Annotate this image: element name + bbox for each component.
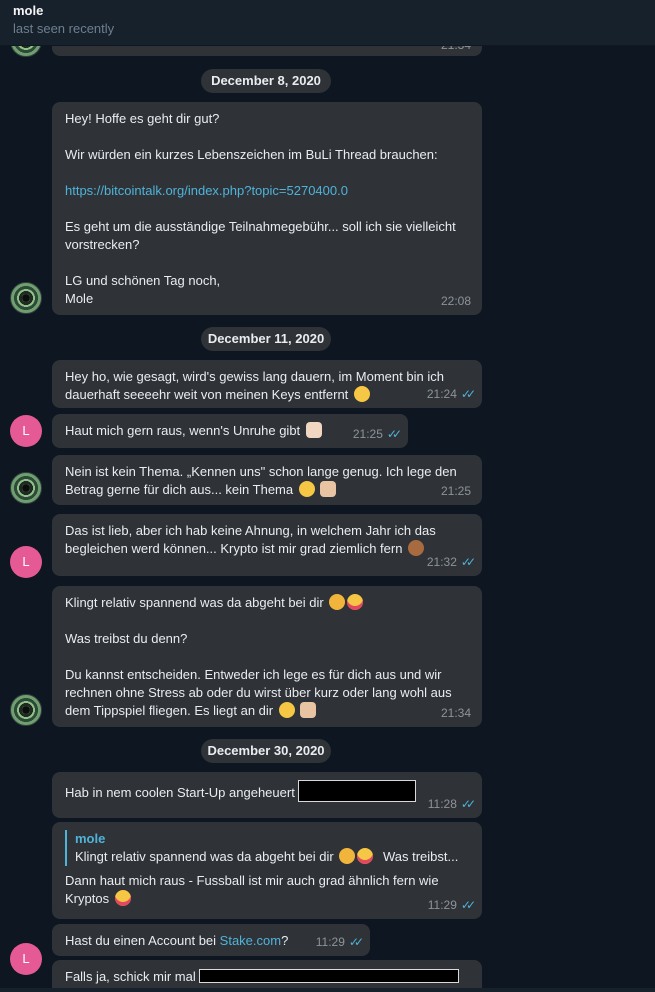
- message-bubble[interactable]: Das ist lieb, aber ich hab keine Ahnung,…: [52, 514, 482, 576]
- message-bubble[interactable]: 21:34: [52, 46, 482, 56]
- squinting-tongue-emoji: [114, 890, 131, 906]
- message-text: Hey! Hoffe es geht dir gut?: [65, 111, 220, 126]
- avatar-mole[interactable]: [10, 282, 42, 314]
- contact-name[interactable]: mole: [13, 3, 642, 19]
- victory-hand-emoji: [305, 422, 322, 438]
- message-time: 21:34: [441, 46, 471, 54]
- message-time: 11:28: [427, 797, 457, 811]
- message-bubble[interactable]: Haut mich gern raus, wenn's Unruhe gibt …: [52, 414, 408, 448]
- message-time: 21:24: [426, 387, 457, 401]
- avatar-l[interactable]: L: [10, 943, 42, 975]
- message-text: Das ist lieb, aber ich hab keine Ahnung,…: [65, 523, 436, 538]
- message-text: Du kannst entscheiden. Entweder ich lege…: [65, 667, 442, 682]
- avatar-mole[interactable]: [10, 46, 42, 57]
- message-text: rechnen ohne Stress ab oder du wirst übe…: [65, 685, 452, 700]
- message-text: Es geht um die ausständige Teilnahmegebü…: [65, 219, 456, 234]
- message-text: Falls ja, schick mir mal: [65, 969, 196, 984]
- message-bubble[interactable]: Hast du einen Account bei Stake.com? 11:…: [52, 924, 370, 956]
- quote-author: mole: [75, 831, 106, 846]
- chat-header[interactable]: mole last seen recently: [0, 0, 655, 46]
- message-bubble[interactable]: mole Klingt relativ spannend was da abge…: [52, 822, 482, 919]
- face-with-monocle-emoji: [329, 594, 346, 610]
- double-check-icon: ✓✓: [386, 427, 402, 441]
- message-time: 21:25: [352, 427, 383, 441]
- message-bubble[interactable]: Nein ist kein Thema. „Kennen uns" schon …: [52, 455, 482, 505]
- double-check-icon: ✓✓: [460, 898, 476, 912]
- face-with-monocle-emoji: [339, 848, 356, 864]
- date-separator: December 8, 2020: [201, 69, 331, 93]
- thumbs-up-emoji: [300, 702, 317, 718]
- smiling-face-emoji: [278, 702, 295, 718]
- message-text: Klingt relativ spannend was da abgeht be…: [65, 595, 324, 610]
- message-text: Mole: [65, 291, 94, 306]
- winking-tongue-emoji: [347, 594, 364, 610]
- message-text: Was treibst du denn?: [65, 631, 188, 646]
- message-bubble[interactable]: Hey! Hoffe es geht dir gut? Wir würden e…: [52, 102, 482, 315]
- redacted-block: [298, 780, 417, 802]
- message-time: 21:32: [426, 555, 457, 569]
- quote-tail: Was treibst...: [382, 849, 459, 864]
- avatar-mole[interactable]: [10, 694, 42, 726]
- message-text: ?: [281, 933, 289, 948]
- message-time: 21:25: [440, 484, 471, 498]
- avatar-mole[interactable]: [10, 472, 42, 504]
- bottom-edge: [0, 988, 655, 992]
- message-text: dem Tippspiel fliegen. Es liegt an dir: [65, 703, 274, 718]
- message-text: dauerhaft seeeehr weit von meinen Keys e…: [65, 387, 349, 402]
- message-time: 22:08: [440, 294, 471, 308]
- message-text: Betrag gerne für dich aus... kein Thema: [65, 482, 294, 497]
- message-time: 11:29: [427, 898, 457, 912]
- smiling-face-emoji: [298, 481, 315, 497]
- message-text: Nein ist kein Thema. „Kennen uns" schon …: [65, 464, 457, 479]
- double-check-icon: ✓✓: [348, 935, 364, 949]
- winking-face-emoji: [353, 386, 370, 402]
- message-text: Hast du einen Account bei: [65, 933, 220, 948]
- quote-text: Klingt relativ spannend was da abgeht be…: [75, 849, 334, 864]
- message-text: LG und schönen Tag noch,: [65, 273, 221, 288]
- message-text: Wir würden ein kurzes Lebenszeichen im B…: [65, 147, 438, 162]
- message-link[interactable]: https://bitcointalk.org/index.php?topic=…: [65, 182, 469, 200]
- date-separator: December 30, 2020: [201, 739, 331, 763]
- message-bubble[interactable]: Hey ho, wie gesagt, wird's gewiss lang d…: [52, 360, 482, 408]
- message-area[interactable]: 21:34 December 8, 2020 Hey! Hoffe es geh…: [0, 46, 655, 992]
- message-text: Haut mich gern raus, wenn's Unruhe gibt: [65, 423, 301, 438]
- double-check-icon: ✓✓: [460, 797, 476, 811]
- winking-tongue-emoji: [357, 848, 374, 864]
- avatar-l[interactable]: L: [10, 415, 42, 447]
- message-time: 21:34: [440, 706, 471, 720]
- message-text: Hey ho, wie gesagt, wird's gewiss lang d…: [65, 369, 444, 384]
- contact-status: last seen recently: [13, 21, 115, 36]
- message-text: Hab in nem coolen Start-Up angeheuert: [65, 785, 295, 800]
- double-check-icon: ✓✓: [460, 387, 476, 401]
- message-link[interactable]: Stake.com: [220, 933, 281, 948]
- see-no-evil-monkey-emoji: [408, 540, 425, 556]
- reply-quote[interactable]: mole Klingt relativ spannend was da abge…: [65, 830, 469, 866]
- message-text: vorstrecken?: [65, 237, 140, 252]
- date-separator: December 11, 2020: [201, 327, 331, 351]
- message-text: begleichen werd können... Krypto ist mir…: [65, 541, 403, 556]
- message-time: 11:29: [315, 935, 345, 949]
- message-text: Kryptos: [65, 891, 110, 906]
- message-text: Dann haut mich raus - Fussball ist mir a…: [65, 873, 439, 888]
- message-bubble[interactable]: Klingt relativ spannend was da abgeht be…: [52, 586, 482, 727]
- avatar-l[interactable]: L: [10, 546, 42, 578]
- message-bubble[interactable]: Hab in nem coolen Start-Up angeheuert 11…: [52, 772, 482, 818]
- redacted-block: [199, 969, 460, 983]
- thumbs-up-emoji: [320, 481, 337, 497]
- double-check-icon: ✓✓: [460, 555, 476, 569]
